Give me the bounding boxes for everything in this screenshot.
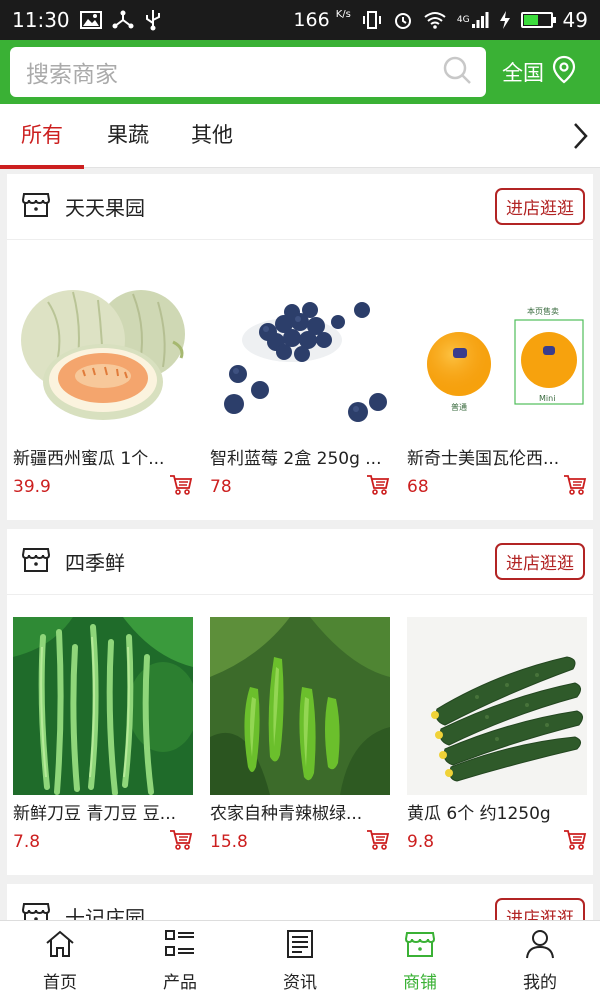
product-name: 新疆西州蜜瓜 1个...: [13, 449, 165, 469]
image-label-right: Mini: [539, 394, 556, 403]
image-tag-label: 本页售卖: [527, 307, 559, 316]
shop-name: 天天果园: [65, 196, 145, 220]
product-image-green-beans[interactable]: [13, 617, 193, 795]
visit-shop-button[interactable]: 进店逛逛: [495, 188, 585, 225]
nav-news[interactable]: 资讯: [240, 921, 360, 1000]
product-name: 智利蓝莓 2盒 250g ...: [210, 449, 382, 469]
store-icon: [21, 900, 51, 920]
nav-shops[interactable]: 商铺: [360, 921, 480, 1000]
alarm-icon: [393, 10, 413, 30]
battery-icon: [520, 12, 556, 28]
nav-home[interactable]: 首页: [0, 921, 120, 1000]
list-icon: [164, 929, 196, 964]
nav-products[interactable]: 产品: [120, 921, 240, 1000]
location-pin-icon: [550, 55, 578, 90]
product-image-oranges[interactable]: 本页售卖 普通 Mini: [407, 262, 587, 440]
product-card[interactable]: 本页售卖 普通 Mini 新奇士美国瓦伦西... 68: [407, 262, 587, 500]
visit-shop-button[interactable]: 进店逛逛: [495, 543, 585, 580]
product-name: 新奇士美国瓦伦西...: [407, 449, 560, 469]
signal-icon: 4G: [457, 11, 489, 29]
search-placeholder: 搜索商家: [26, 62, 118, 88]
home-icon: [44, 929, 76, 964]
battery-percent: 49: [562, 8, 588, 32]
product-card[interactable]: 新疆西州蜜瓜 1个... 39.9: [13, 262, 193, 500]
product-price: 9.8: [407, 832, 435, 852]
product-image-melon[interactable]: [13, 262, 193, 440]
share-icon: [112, 10, 134, 30]
product-card[interactable]: 农家自种青辣椒绿... 15.8: [210, 617, 390, 855]
nav-label: 我的: [523, 972, 557, 993]
bottom-nav: 首页 产品 资讯 商铺 我的: [0, 920, 600, 1000]
visit-shop-button[interactable]: 进店逛逛: [495, 898, 585, 920]
user-icon: [524, 929, 556, 964]
status-time: 11:30: [12, 8, 70, 32]
category-tabs: 所有 果蔬 其他: [0, 104, 600, 169]
vibrate-icon: [361, 10, 383, 30]
region-selector[interactable]: 全国: [502, 55, 578, 90]
chevron-right-icon[interactable]: [572, 122, 588, 154]
product-card[interactable]: 智利蓝莓 2盒 250g ... 78: [210, 262, 390, 500]
cart-icon[interactable]: [169, 829, 193, 855]
nav-label: 商铺: [403, 972, 437, 993]
shop-card: 四季鲜 进店逛逛 新鲜刀豆 青刀豆 豆... 7.8 农家自种青辣椒绿... 1…: [7, 529, 593, 875]
shop-card: 十记庄园 进店逛逛: [7, 884, 593, 920]
product-name: 农家自种青辣椒绿...: [210, 804, 363, 824]
cart-icon[interactable]: [563, 474, 587, 500]
product-card[interactable]: 新鲜刀豆 青刀豆 豆... 7.8: [13, 617, 193, 855]
region-label: 全国: [502, 61, 544, 85]
product-name: 新鲜刀豆 青刀豆 豆...: [13, 804, 177, 824]
shop-name: 四季鲜: [65, 551, 125, 575]
image-label-left: 普通: [451, 403, 467, 412]
shop-card: 天天果园 进店逛逛 新疆西州蜜瓜 1个... 39.9 智利蓝莓 2盒 250g…: [7, 174, 593, 520]
product-price: 68: [407, 477, 429, 497]
shop-list[interactable]: 天天果园 进店逛逛 新疆西州蜜瓜 1个... 39.9 智利蓝莓 2盒 250g…: [0, 168, 600, 920]
network-speed: 166 K/s: [293, 9, 351, 31]
wifi-icon: [423, 11, 447, 29]
search-input[interactable]: 搜索商家: [10, 47, 486, 97]
product-image-cucumbers[interactable]: [407, 617, 587, 795]
product-card[interactable]: 黄瓜 6个 约1250g 9.8: [407, 617, 587, 855]
store-icon: [21, 545, 51, 578]
nav-label: 首页: [43, 972, 77, 993]
cart-icon[interactable]: [366, 474, 390, 500]
usb-icon: [144, 9, 162, 31]
search-icon[interactable]: [442, 55, 472, 89]
shop-name: 十记庄园: [65, 906, 145, 920]
product-price: 15.8: [210, 832, 248, 852]
nav-profile[interactable]: 我的: [480, 921, 600, 1000]
tab-fruits-vegetables[interactable]: 果蔬: [86, 104, 170, 168]
news-icon: [284, 929, 316, 964]
tab-other[interactable]: 其他: [170, 104, 254, 168]
product-image-blueberries[interactable]: [210, 262, 390, 440]
tab-all[interactable]: 所有: [0, 104, 84, 169]
product-price: 7.8: [13, 832, 41, 852]
status-bar: 11:30 166 K/s 4G 49: [0, 0, 600, 40]
store-icon: [21, 190, 51, 223]
store-icon: [404, 929, 436, 964]
gallery-icon: [79, 11, 102, 29]
charging-icon: [499, 10, 511, 30]
product-image-green-peppers[interactable]: [210, 617, 390, 795]
cart-icon[interactable]: [366, 829, 390, 855]
nav-label: 资讯: [283, 972, 317, 993]
cart-icon[interactable]: [169, 474, 193, 500]
product-name: 黄瓜 6个 约1250g: [407, 804, 551, 824]
product-price: 39.9: [13, 477, 51, 497]
top-bar: 搜索商家 全国: [0, 40, 600, 104]
cart-icon[interactable]: [563, 829, 587, 855]
nav-label: 产品: [163, 972, 197, 993]
product-price: 78: [210, 477, 232, 497]
